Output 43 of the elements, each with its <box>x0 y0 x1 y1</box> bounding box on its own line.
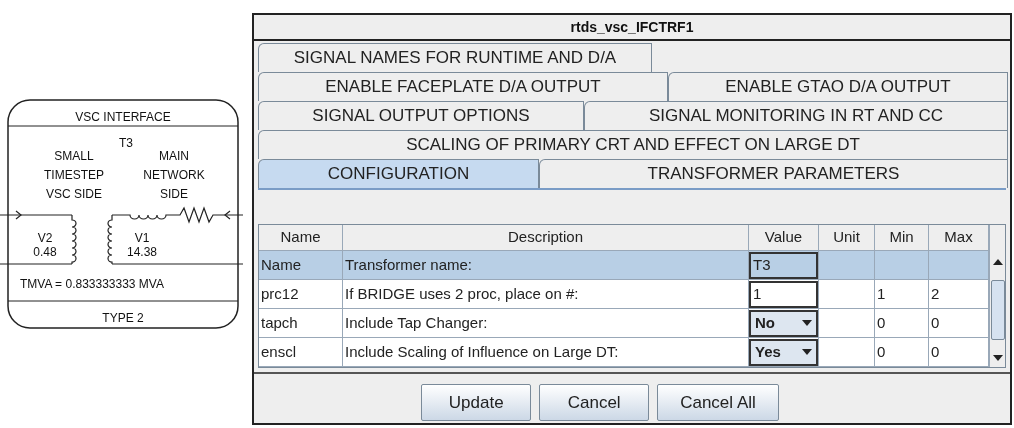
side-label: NETWORK <box>143 168 205 182</box>
voltage-label: V2 <box>37 231 53 245</box>
side-label: MAIN <box>159 149 189 163</box>
tab[interactable]: SIGNAL NAMES FOR RUNTIME AND D/A <box>258 43 652 72</box>
value-field[interactable]: T3 <box>749 251 818 279</box>
block-title: VSC INTERFACE <box>75 110 171 124</box>
rating-label: TMVA = 0.833333333 MVA <box>20 277 164 291</box>
voltage-label: V1 <box>134 231 150 245</box>
table-row[interactable]: prc12 If BRIDGE uses 2 proc, place on #: 1 1 2 <box>259 280 989 309</box>
side-label: VSC SIDE <box>46 187 102 201</box>
side-label: SMALL <box>54 149 94 163</box>
window-title: rtds_vsc_IFCTRF1 <box>254 15 1010 41</box>
caret-icon <box>802 320 812 326</box>
table-cell: 0 <box>875 338 929 367</box>
voltage-value: 0.48 <box>33 245 57 259</box>
value-field[interactable]: 1 <box>749 280 818 308</box>
table-cell: Include Scaling of Influence on Large DT: <box>343 338 749 367</box>
scroll-up-icon[interactable] <box>992 259 1003 265</box>
transformer-name: T3 <box>119 136 133 150</box>
value-dropdown[interactable]: No <box>749 309 818 337</box>
table-row[interactable]: tapch Include Tap Changer: No 0 0 <box>259 309 989 338</box>
dialog-button[interactable]: Cancel All <box>657 384 779 421</box>
caret-icon <box>802 349 812 355</box>
value-dropdown[interactable]: Yes <box>749 338 818 366</box>
table-row[interactable]: Name Transformer name: T3 <box>259 251 989 280</box>
tab[interactable]: CONFIGURATION <box>258 159 539 188</box>
dialog-button[interactable]: Update <box>421 384 532 421</box>
table-row[interactable]: enscl Include Scaling of Influence on Large DT: Yes 0 0 <box>259 338 989 367</box>
tab[interactable]: TRANSFORMER PARAMETERS <box>539 159 1008 188</box>
scroll-down-icon[interactable] <box>992 355 1003 361</box>
voltage-value: 14.38 <box>127 245 157 259</box>
tab[interactable]: ENABLE FACEPLATE D/A OUTPUT <box>258 72 668 101</box>
tab[interactable]: SIGNAL OUTPUT OPTIONS <box>258 101 584 130</box>
dialog-button[interactable]: Cancel <box>539 384 650 421</box>
tab[interactable]: SCALING OF PRIMARY CRT AND EFFECT ON LARGE DT <box>258 130 1008 159</box>
scroll-thumb[interactable] <box>990 280 1005 340</box>
tab[interactable]: SIGNAL MONITORING IN RT AND CC <box>584 101 1008 130</box>
tab[interactable]: ENABLE GTAO D/A OUTPUT <box>668 72 1008 101</box>
table-cell: enscl <box>259 338 343 367</box>
side-label: SIDE <box>160 187 188 201</box>
scrollbar[interactable] <box>989 225 1005 367</box>
side-label: TIMESTEP <box>44 168 104 182</box>
type-label: TYPE 2 <box>102 311 144 325</box>
